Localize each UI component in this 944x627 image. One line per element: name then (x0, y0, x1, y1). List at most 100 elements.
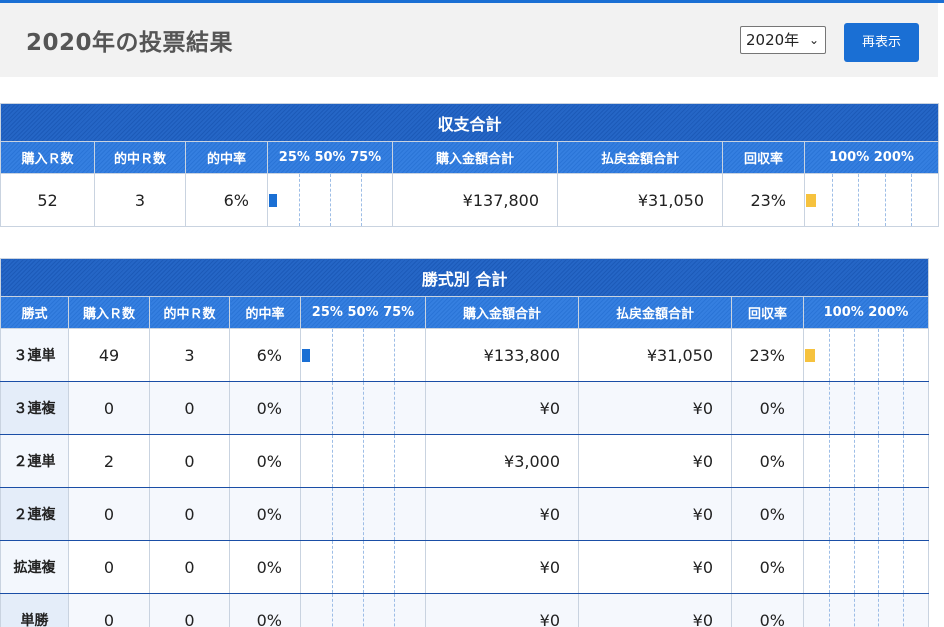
header-hits: 的中Ｒ数 (149, 296, 230, 329)
return-rate-bar-area (805, 329, 928, 381)
return-rate-bar-cell (802, 434, 930, 488)
hit-rate-bar-cell (300, 593, 426, 627)
purchase-cell: ¥0 (425, 593, 579, 627)
header-return-rate-scale: 100% 200% (802, 296, 930, 329)
hit-rate-bar-area (302, 541, 425, 593)
scale-gridline (394, 329, 395, 381)
summary-hit-rate: 6% (185, 173, 268, 227)
return-rate-cell: 0% (731, 381, 804, 435)
scale-gridline (829, 382, 830, 434)
summary-purchase: ¥137,800 (392, 173, 558, 227)
redisplay-button[interactable]: 再表示 (844, 23, 919, 62)
table-row: ３連単 49 3 6% ¥133,800 ¥31,050 23% (0, 328, 930, 382)
scale-gridline (394, 541, 395, 593)
header-races: 購入Ｒ数 (0, 141, 95, 174)
hit-rate-cell: 6% (229, 328, 301, 382)
page-title: 2020年の投票結果 (26, 30, 234, 56)
bet-type-label: ２連単 (0, 434, 69, 488)
return-rate-bar (805, 349, 815, 362)
header-hit-rate: 的中率 (229, 296, 301, 329)
header-payout-total: 払戻金額合計 (557, 141, 723, 174)
scale-gridline (394, 594, 395, 627)
summary-row: 52 3 6% ¥137,800 ¥31,050 23% (0, 173, 940, 227)
return-rate-cell: 0% (731, 434, 804, 488)
races-cell: 49 (68, 328, 150, 382)
bet-type-label: ３連複 (0, 381, 69, 435)
bet-type-caption: 勝式別 合計 (0, 258, 930, 297)
year-select[interactable]: 2020年 ⌄ (740, 26, 826, 54)
return-rate-bar-cell (802, 381, 930, 435)
header-return-rate: 回収率 (731, 296, 804, 329)
scale-gridline (363, 488, 364, 540)
scale-gridline (878, 382, 879, 434)
bet-type-label: 単勝 (0, 593, 69, 627)
return-rate-bar-area (805, 541, 928, 593)
return-rate-bar-area (805, 382, 928, 434)
scale-gridline (854, 435, 855, 487)
purchase-cell: ¥3,000 (425, 434, 579, 488)
races-cell: 0 (68, 381, 150, 435)
hit-rate-bar-area (302, 488, 425, 540)
bet-type-label: 拡連複 (0, 540, 69, 594)
scale-gridline (903, 541, 904, 593)
header-purchase-total: 購入金額合計 (392, 141, 558, 174)
header-bet-type: 勝式 (0, 296, 69, 329)
return-rate-cell: 0% (731, 487, 804, 541)
hits-cell: 3 (149, 328, 230, 382)
scale-gridline (363, 382, 364, 434)
hit-rate-bar-cell (300, 381, 426, 435)
hit-rate-cell: 0% (229, 487, 301, 541)
return-rate-bar-cell (802, 487, 930, 541)
return-rate-bar-cell (802, 593, 930, 627)
return-rate-bar-cell (802, 540, 930, 594)
scale-gridline (829, 329, 830, 381)
header-return-rate: 回収率 (722, 141, 805, 174)
scale-gridline (361, 174, 362, 226)
header-hit-rate: 的中率 (185, 141, 268, 174)
hit-rate-bar-area (302, 382, 425, 434)
scale-gridline (885, 174, 886, 226)
return-rate-bar (806, 194, 816, 207)
scale-gridline (394, 382, 395, 434)
bet-type-header-row: 勝式 購入Ｒ数 的中Ｒ数 的中率 25% 50% 75% 購入金額合計 払戻金額… (0, 296, 930, 329)
scale-gridline (332, 594, 333, 627)
summary-return-rate-bar-cell (803, 173, 940, 227)
summary-table: 収支合計 購入Ｒ数 的中Ｒ数 的中率 25% 50% 75% 購入金額合計 払戻… (0, 103, 940, 227)
return-rate-bar-area (805, 488, 928, 540)
scale-gridline (363, 435, 364, 487)
hits-cell: 0 (149, 487, 230, 541)
return-rate-bar-area (805, 594, 928, 627)
scale-gridline (854, 488, 855, 540)
scale-gridline (854, 329, 855, 381)
scale-gridline (878, 435, 879, 487)
purchase-cell: ¥133,800 (425, 328, 579, 382)
return-rate-cell: 0% (731, 593, 804, 627)
return-rate-bar-cell (802, 328, 930, 382)
return-rate-cell: 0% (731, 540, 804, 594)
return-rate-bar-area (805, 435, 928, 487)
races-cell: 2 (68, 434, 150, 488)
purchase-cell: ¥0 (425, 487, 579, 541)
hit-rate-cell: 0% (229, 434, 301, 488)
hit-rate-bar-cell (300, 487, 426, 541)
scale-gridline (829, 435, 830, 487)
payout-cell: ¥0 (578, 540, 732, 594)
hit-rate-bar-cell (300, 434, 426, 488)
scale-gridline (903, 329, 904, 381)
scale-gridline (878, 594, 879, 627)
scale-gridline (332, 329, 333, 381)
hits-cell: 0 (149, 434, 230, 488)
scale-gridline (332, 435, 333, 487)
hit-rate-bar-area (302, 594, 425, 627)
purchase-cell: ¥0 (425, 381, 579, 435)
return-rate-bar-area (806, 174, 938, 226)
scale-gridline (829, 594, 830, 627)
hit-rate-bar (269, 194, 277, 207)
bet-type-label: ３連単 (0, 328, 69, 382)
scale-gridline (332, 488, 333, 540)
scale-gridline (363, 594, 364, 627)
summary-races: 52 (0, 173, 95, 227)
scale-gridline (878, 541, 879, 593)
hits-cell: 0 (149, 540, 230, 594)
year-select-value: 2020年 (746, 31, 800, 49)
